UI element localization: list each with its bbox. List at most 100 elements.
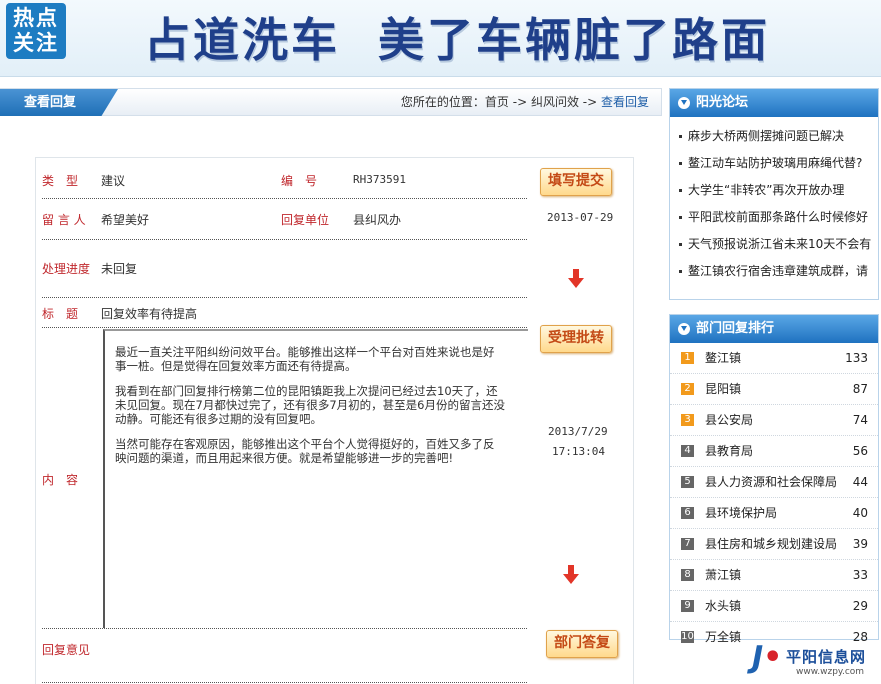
department-name[interactable]: 昆阳镇 xyxy=(705,374,741,404)
header-banner: 热点 关注 占道洗车 美了车辆脏了路面 xyxy=(0,0,881,77)
content-paragraph: 最近一直关注平阳纠纷问效平台。能够推出这样一个平台对百姓来说也是好事一桩。但是觉… xyxy=(115,345,495,373)
rank-number: 9 xyxy=(681,600,694,612)
department-name[interactable]: 县教育局 xyxy=(705,436,753,466)
reply-unit-label: 回复单位 xyxy=(281,213,330,227)
type-label: 类 型 xyxy=(42,174,79,188)
department-name[interactable]: 县人力资源和社会保障局 xyxy=(705,467,837,497)
logo-url: www.wzpy.com xyxy=(796,667,865,677)
forum-item-link[interactable]: 天气预报说浙江省未来10天不会有 xyxy=(670,231,878,258)
progress-label: 处理进度 xyxy=(42,262,91,276)
site-logo: J• 平阳信息网 www.wzpy.com xyxy=(752,640,880,682)
ranking-list: 1 鳌江镇 133 2 昆阳镇 87 3 县公安局 74 4 县教育局 56 5 县人力资源和社会… xyxy=(670,343,878,652)
forum-item-link[interactable]: 麻步大桥两侧摆摊问题已解决 xyxy=(670,123,878,150)
content-label: 内 容 xyxy=(42,473,79,487)
forum-item-link[interactable]: 大学生“非转农”再次开放办理 xyxy=(670,177,878,204)
forum-list: 麻步大桥两侧摆摊问题已解决 鳌江动车站防护玻璃用麻绳代替? 大学生“非转农”再次… xyxy=(670,117,878,285)
hot-topic-badge: 热点 关注 xyxy=(6,3,66,59)
detail-row-title: 标 题 回复效率有待提高 xyxy=(42,297,527,328)
reply-count: 87 xyxy=(852,382,868,396)
department-name[interactable]: 县环境保护局 xyxy=(705,498,777,528)
forum-item-link[interactable]: 鳌江镇农行宿舍违章建筑成群，请 xyxy=(670,258,878,285)
reply-count: 40 xyxy=(852,506,868,520)
detail-row-type: 类 型 建议 编 号 RH373591 xyxy=(42,158,527,199)
rank-number: 7 xyxy=(681,538,694,550)
ranking-item[interactable]: 8 萧江镇 33 xyxy=(670,560,878,591)
badge-line-1: 热点 xyxy=(13,6,59,30)
rank-number: 4 xyxy=(681,445,694,457)
banner-title: 占道洗车 美了车辆脏了路面 xyxy=(144,13,771,67)
progress-value: 未回复 xyxy=(101,262,138,276)
circle-arrow-icon xyxy=(678,323,690,335)
circle-arrow-icon xyxy=(678,97,690,109)
message-content: 最近一直关注平阳纠纷问效平台。能够推出这样一个平台对百姓来说也是好事一桩。但是觉… xyxy=(103,329,528,628)
detail-row-author: 留 言 人 希望美好 回复单位 县纠风办 xyxy=(42,198,527,240)
accept-time: 17:13:04 xyxy=(552,445,605,458)
breadcrumb-bar: 查看回复 您所在的位置：首页 -> 纠风问效 -> 查看回复 xyxy=(0,88,662,116)
logo-name: 平阳信息网 xyxy=(786,648,867,666)
ranking-item[interactable]: 1 鳌江镇 133 xyxy=(670,343,878,374)
breadcrumb-current: 查看回复 xyxy=(600,95,649,109)
department-name[interactable]: 县住房和城乡规划建设局 xyxy=(705,529,837,559)
forum-item-link[interactable]: 平阳武校前面那条路什么时候修好 xyxy=(670,204,878,231)
breadcrumb-separator: -> xyxy=(508,95,531,109)
department-name[interactable]: 县公安局 xyxy=(705,405,753,435)
reply-opinion-label: 回复意见 xyxy=(42,643,91,657)
title-value: 回复效率有待提高 xyxy=(101,307,198,321)
reply-count: 33 xyxy=(852,568,868,582)
rank-number: 1 xyxy=(681,352,694,364)
accept-date: 2013/7/29 xyxy=(548,425,608,438)
author-label: 留 言 人 xyxy=(42,213,86,227)
reply-count: 74 xyxy=(852,413,868,427)
ranking-item[interactable]: 5 县人力资源和社会保障局 44 xyxy=(670,467,878,498)
content-paragraph: 当然可能存在客观原因，能够推出这个平台个人觉得挺好的，百姓又多了反映问题的渠道，… xyxy=(115,437,495,465)
rank-number: 10 xyxy=(681,631,694,643)
ranking-title: 部门回复排行 xyxy=(696,321,775,336)
rank-number: 6 xyxy=(681,507,694,519)
id-label: 编 号 xyxy=(281,174,318,188)
detail-row-reply: 回复意见 xyxy=(42,629,527,683)
ranking-header: 部门回复排行 xyxy=(670,315,878,343)
breadcrumb: 您所在的位置：首页 -> 纠风问效 -> 查看回复 xyxy=(401,89,649,116)
type-value: 建议 xyxy=(101,174,126,188)
submit-date: 2013-07-29 xyxy=(547,211,614,224)
sunshine-forum-box: 阳光论坛 麻步大桥两侧摆摊问题已解决 鳌江动车站防护玻璃用麻绳代替? 大学生“非… xyxy=(669,88,879,300)
ranking-item[interactable]: 7 县住房和城乡规划建设局 39 xyxy=(670,529,878,560)
department-name[interactable]: 鳌江镇 xyxy=(705,343,741,373)
rank-number: 3 xyxy=(681,414,694,426)
department-name[interactable]: 水头镇 xyxy=(705,591,741,621)
breadcrumb-home-link[interactable]: 首页 xyxy=(485,95,509,109)
logo-icon: J• xyxy=(752,640,783,675)
reply-count: 29 xyxy=(852,599,868,613)
ranking-item[interactable]: 9 水头镇 29 xyxy=(670,591,878,622)
department-name[interactable]: 万全镇 xyxy=(705,622,741,652)
submit-step-button[interactable]: 填写提交 xyxy=(540,168,612,196)
rank-number: 2 xyxy=(681,383,694,395)
ranking-item[interactable]: 2 昆阳镇 87 xyxy=(670,374,878,405)
rank-number: 8 xyxy=(681,569,694,581)
id-value: RH373591 xyxy=(353,173,406,186)
reply-count: 56 xyxy=(852,444,868,458)
department-reply-step-button[interactable]: 部门答复 xyxy=(546,630,618,658)
ranking-item[interactable]: 3 县公安局 74 xyxy=(670,405,878,436)
breadcrumb-section-link[interactable]: 纠风问效 xyxy=(531,95,579,109)
content-paragraph: 我看到在部门回复排行榜第二位的昆阳镇距我上次提问已经过去10天了，还未见回复。现… xyxy=(115,384,505,426)
department-name[interactable]: 萧江镇 xyxy=(705,560,741,590)
breadcrumb-prefix: 您所在的位置： xyxy=(400,95,485,109)
badge-line-2: 关注 xyxy=(13,31,59,55)
detail-row-progress: 处理进度 未回复 xyxy=(42,239,527,298)
page-tab: 查看回复 xyxy=(0,89,118,116)
forum-header: 阳光论坛 xyxy=(670,89,878,117)
reply-count: 39 xyxy=(852,537,868,551)
message-detail-panel: 类 型 建议 编 号 RH373591 留 言 人 希望美好 回复单位 县纠风办… xyxy=(35,157,634,684)
reply-count: 44 xyxy=(852,475,868,489)
breadcrumb-separator: -> xyxy=(578,95,601,109)
author-value: 希望美好 xyxy=(101,213,150,227)
ranking-item[interactable]: 4 县教育局 56 xyxy=(670,436,878,467)
forum-title: 阳光论坛 xyxy=(696,95,749,110)
forum-item-link[interactable]: 鳌江动车站防护玻璃用麻绳代替? xyxy=(670,150,878,177)
department-ranking-box: 部门回复排行 1 鳌江镇 133 2 昆阳镇 87 3 县公安局 74 4 县教育局 56 5县… xyxy=(669,314,879,644)
ranking-item[interactable]: 6 县环境保护局 40 xyxy=(670,498,878,529)
title-label: 标 题 xyxy=(42,307,79,321)
rank-number: 5 xyxy=(681,476,694,488)
accept-step-button[interactable]: 受理批转 xyxy=(540,325,612,353)
